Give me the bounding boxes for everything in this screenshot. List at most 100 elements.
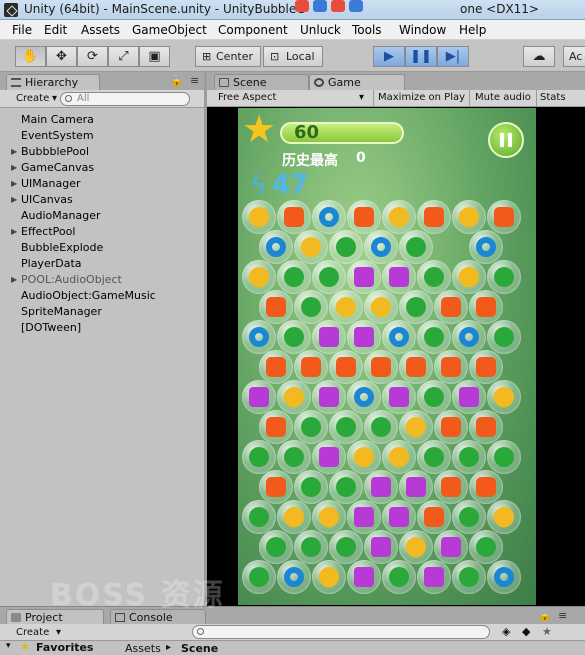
step-button[interactable]: ▶|	[437, 46, 469, 67]
hierarchy-item[interactable]: EventSystem	[0, 128, 204, 144]
tab-game[interactable]: Game	[309, 74, 405, 90]
pivot-local-button[interactable]: ⊡ Local	[263, 46, 323, 67]
menu-help[interactable]: Help	[459, 23, 486, 37]
filter-label-icon[interactable]: ◆	[522, 625, 530, 638]
bubble	[399, 410, 433, 444]
tab-hierarchy[interactable]: Hierarchy	[6, 74, 100, 90]
aspect-dropdown[interactable]: Free Aspect	[218, 92, 276, 103]
account-label: Ac	[569, 50, 583, 63]
bubble	[259, 530, 293, 564]
search-icon	[65, 95, 72, 102]
bubble	[364, 410, 398, 444]
move-tool-button[interactable]: ✥	[46, 46, 77, 67]
menu-tools[interactable]: Tools	[352, 23, 382, 37]
bubble	[329, 230, 363, 264]
project-search-input[interactable]	[192, 625, 490, 639]
project-create-dropdown[interactable]: Create	[16, 626, 49, 640]
green-candy-icon	[406, 237, 426, 257]
hierarchy-item[interactable]: BubbleExplode	[0, 240, 204, 256]
bubble	[417, 380, 451, 414]
game-canvas[interactable]: ★ 60 历史最高 0 ϟ 47	[238, 108, 536, 605]
expand-arrow-icon[interactable]: ▾	[6, 641, 11, 651]
stats-toggle[interactable]: Stats	[540, 92, 566, 103]
chevron-down-icon: ▾	[52, 93, 58, 104]
hand-tool-button[interactable]: ✋	[15, 46, 46, 67]
account-button[interactable]: Ac	[563, 46, 585, 67]
bubble	[469, 410, 503, 444]
hierarchy-search-input[interactable]: All	[60, 92, 190, 106]
expand-arrow-icon[interactable]: ▶	[11, 192, 17, 208]
hierarchy-item[interactable]: ▶ EffectPool	[0, 224, 204, 240]
menu-window[interactable]: Window	[399, 23, 446, 37]
purple-candy-icon	[354, 507, 374, 527]
folder-icon	[11, 613, 21, 622]
hierarchy-item[interactable]: ▶ GameCanvas	[0, 160, 204, 176]
window-title-tail: one <DX11>	[460, 2, 539, 16]
orange-candy-icon	[441, 477, 461, 497]
cloud-button[interactable]: ☁	[523, 46, 555, 67]
green-candy-icon	[336, 237, 356, 257]
bubble	[312, 320, 346, 354]
bubble	[294, 410, 328, 444]
mute-audio-toggle[interactable]: Mute audio	[475, 92, 531, 103]
hierarchy-item[interactable]: ▶ POOL:AudioObject	[0, 272, 204, 288]
yellow-candy-icon	[366, 292, 396, 322]
menu-assets[interactable]: Assets	[81, 23, 120, 37]
scale-tool-button[interactable]: ⤢	[108, 46, 139, 67]
menu-gameobject[interactable]: GameObject	[132, 23, 207, 37]
best-score-label: 历史最高	[282, 153, 338, 169]
menu-component[interactable]: Component	[218, 23, 288, 37]
bubble	[452, 560, 486, 594]
menu-edit[interactable]: Edit	[44, 23, 67, 37]
rect-tool-button[interactable]: ▣	[139, 46, 170, 67]
orange-candy-icon	[406, 357, 426, 377]
local-label: Local	[286, 50, 315, 63]
filter-type-icon[interactable]: ◈	[502, 625, 510, 638]
pivot-center-button[interactable]: ⊞ Center	[195, 46, 261, 67]
expand-arrow-icon[interactable]: ▶	[11, 176, 17, 192]
expand-arrow-icon[interactable]: ▶	[11, 224, 17, 240]
favorites-label[interactable]: Favorites	[36, 641, 93, 654]
expand-arrow-icon[interactable]: ▶	[11, 272, 17, 288]
expand-arrow-icon[interactable]: ▶	[11, 144, 17, 160]
bubble	[434, 470, 468, 504]
green-candy-icon	[336, 417, 356, 437]
bubble	[259, 470, 293, 504]
favorite-star-icon[interactable]: ★	[542, 625, 552, 638]
expand-arrow-icon[interactable]: ▶	[11, 160, 17, 176]
hierarchy-item[interactable]: AudioObject:GameMusic	[0, 288, 204, 304]
hierarchy-item-label: AudioObject:GameMusic	[21, 289, 156, 302]
lock-icon[interactable]: 🔒	[538, 609, 552, 622]
menu-unluck[interactable]: Unluck	[300, 23, 341, 37]
pause-button[interactable]: ❚❚	[405, 46, 437, 67]
hierarchy-item[interactable]: [DOTween]	[0, 320, 204, 336]
bubble	[469, 530, 503, 564]
hierarchy-item[interactable]: PlayerData	[0, 256, 204, 272]
play-button[interactable]: ▶	[373, 46, 405, 67]
hierarchy-item[interactable]: Main Camera	[0, 112, 204, 128]
pause-game-button[interactable]	[488, 122, 524, 158]
maximize-on-play-toggle[interactable]: Maximize on Play	[378, 92, 465, 103]
rotate-tool-button[interactable]: ⟳	[77, 46, 108, 67]
hierarchy-item[interactable]: ▶ BubbblePool	[0, 144, 204, 160]
lock-icon[interactable]: 🔒	[170, 74, 184, 87]
hierarchy-item[interactable]: AudioManager	[0, 208, 204, 224]
breadcrumb-assets[interactable]: Assets	[125, 642, 161, 655]
tab-scene[interactable]: Scene	[214, 74, 309, 90]
hierarchy-item[interactable]: ▶ UIManager	[0, 176, 204, 192]
hierarchy-create-dropdown[interactable]: Create	[16, 92, 49, 106]
breadcrumb-scene[interactable]: Scene	[181, 642, 218, 655]
hierarchy-item[interactable]: SpriteManager	[0, 304, 204, 320]
score-value: 60	[294, 122, 320, 143]
panel-menu-icon[interactable]: ≡	[558, 609, 567, 622]
hierarchy-item-label: UICanvas	[21, 193, 73, 206]
menu-file[interactable]: File	[12, 23, 32, 37]
screen-overlay-icons	[295, 0, 455, 14]
green-candy-icon	[284, 267, 304, 287]
hierarchy-item[interactable]: ▶ UICanvas	[0, 192, 204, 208]
bubble	[434, 350, 468, 384]
pivot-label: Center	[216, 50, 254, 63]
panel-menu-icon[interactable]: ≡	[190, 74, 199, 87]
bubble	[277, 500, 311, 534]
purple-candy-icon	[406, 477, 426, 497]
